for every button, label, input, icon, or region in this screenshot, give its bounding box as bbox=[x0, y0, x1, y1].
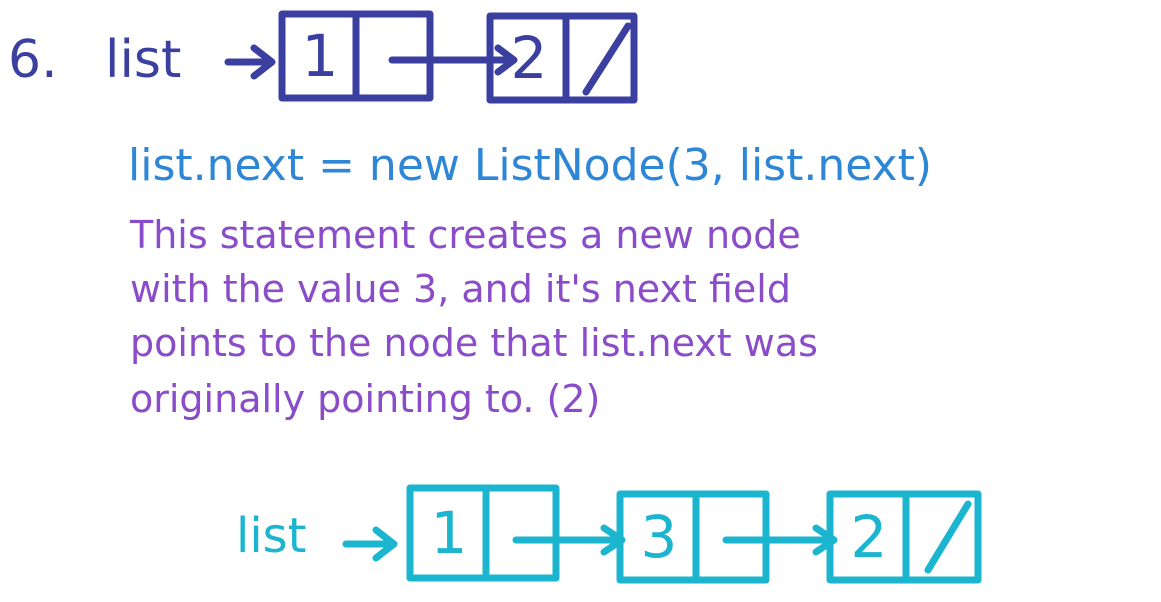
after-node-2-value: 3 bbox=[640, 503, 678, 571]
before-node-1-value: 1 bbox=[301, 22, 339, 90]
after-node-3-value: 2 bbox=[850, 503, 888, 571]
before-node-2-null-slash bbox=[582, 22, 632, 96]
after-node-1-value: 1 bbox=[430, 499, 468, 567]
before-node-2-value: 2 bbox=[510, 24, 548, 92]
after-node-3-null-slash bbox=[924, 500, 972, 574]
linked-list-diagram bbox=[224, 10, 982, 584]
